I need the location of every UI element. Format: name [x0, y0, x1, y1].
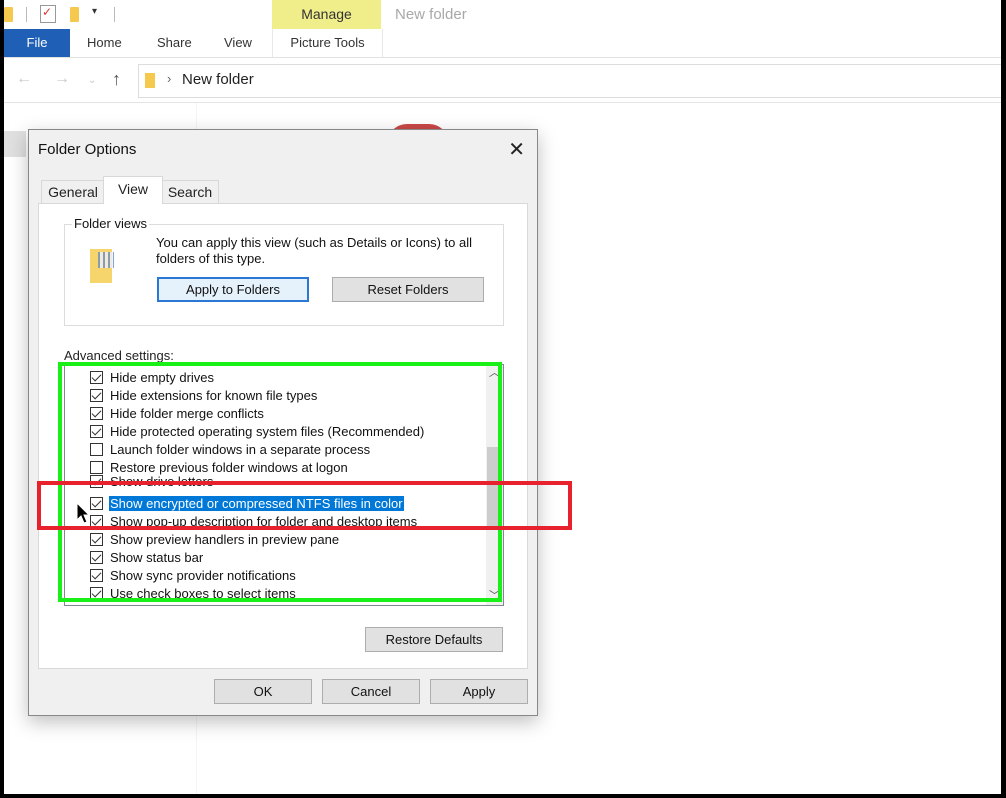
settings-list-item[interactable]: Hide empty drives — [65, 369, 483, 387]
dialog-title: Folder Options — [38, 141, 137, 158]
advanced-settings-list[interactable]: Use check boxes to select items Show sync… — [64, 364, 504, 606]
settings-list-item[interactable]: Show encrypted or compressed NTFS files … — [65, 495, 483, 513]
folder-views-label: Folder views — [72, 216, 149, 231]
properties-icon[interactable] — [40, 5, 56, 23]
checkbox[interactable] — [90, 389, 103, 402]
ribbon-tabs: File Home Share View Picture Tools — [4, 29, 1001, 58]
checkbox[interactable] — [90, 533, 103, 546]
checkbox[interactable] — [90, 443, 103, 456]
nav-pane-selected-item[interactable] — [4, 131, 26, 157]
settings-list-item[interactable]: Show status bar — [65, 549, 483, 567]
scroll-up-chevron-icon[interactable]: ︿ — [486, 365, 503, 382]
tab-file[interactable]: File — [4, 29, 70, 57]
tab-search[interactable]: Search — [161, 180, 219, 203]
separator — [26, 7, 27, 22]
close-icon[interactable]: ✕ — [508, 137, 525, 162]
forward-arrow-icon[interactable]: → — [54, 70, 70, 88]
checkbox[interactable] — [90, 551, 103, 564]
new-folder-icon[interactable] — [70, 7, 79, 22]
settings-list-item[interactable]: Hide folder merge conflicts — [65, 405, 483, 423]
tab-view[interactable]: View — [103, 176, 163, 204]
apply-button[interactable]: Apply — [430, 679, 528, 704]
folder-views-group: Folder views You can apply this view (su… — [64, 216, 504, 326]
settings-item-label[interactable]: Hide folder merge conflicts — [109, 406, 265, 421]
settings-item-label[interactable]: Hide protected operating system files (R… — [109, 424, 425, 439]
settings-list-item[interactable]: Use check boxes to select items — [65, 585, 483, 603]
advanced-settings-label: Advanced settings: — [64, 348, 174, 363]
settings-list-item[interactable]: Hide protected operating system files (R… — [65, 423, 483, 441]
restore-defaults-button[interactable]: Restore Defaults — [365, 627, 503, 652]
view-tab-panel: Folder views You can apply this view (su… — [38, 203, 528, 669]
checkbox[interactable] — [90, 587, 103, 600]
settings-item-label[interactable]: Hide empty drives — [109, 370, 215, 385]
recent-locations-chevron-icon[interactable]: ⌄ — [88, 75, 96, 86]
tab-general[interactable]: General — [41, 180, 105, 203]
apply-to-folders-button[interactable]: Apply to Folders — [157, 277, 309, 302]
settings-list-item[interactable]: Show pop-up description for folder and d… — [65, 513, 483, 531]
settings-item-label[interactable]: Show status bar — [109, 550, 204, 565]
settings-item-label[interactable]: Restore previous folder windows at logon — [109, 460, 349, 475]
cancel-button[interactable]: Cancel — [322, 679, 420, 704]
tab-view[interactable]: View — [224, 29, 252, 57]
chevron-right-icon[interactable]: › — [167, 71, 171, 86]
checkbox[interactable] — [90, 461, 103, 474]
address-bar[interactable]: › New folder — [138, 64, 1001, 98]
breadcrumb-new-folder[interactable]: New folder — [182, 71, 254, 88]
quick-access-toolbar: ▾ Manage New folder — [4, 0, 1001, 29]
settings-item-label[interactable]: Show pop-up description for folder and d… — [109, 514, 418, 529]
settings-list-item[interactable]: Restore previous folder windows at logon — [65, 459, 483, 477]
tab-picture-tools[interactable]: Picture Tools — [272, 29, 383, 57]
checkbox[interactable] — [90, 515, 103, 528]
settings-item-label[interactable]: Use check boxes to select items — [109, 586, 297, 601]
ok-button[interactable]: OK — [214, 679, 312, 704]
tab-share[interactable]: Share — [157, 29, 192, 57]
mouse-cursor-icon — [76, 502, 90, 524]
folder-icon — [4, 7, 13, 22]
checkbox[interactable] — [90, 407, 103, 420]
checkbox[interactable] — [90, 569, 103, 582]
up-arrow-icon[interactable]: ↑ — [112, 69, 121, 90]
folder-options-dialog: Folder Options ✕ General View Search Fol… — [28, 129, 538, 716]
settings-list-item[interactable]: Hide extensions for known file types — [65, 387, 483, 405]
settings-item-label[interactable]: Show sync provider notifications — [109, 568, 297, 583]
customize-dropdown-icon[interactable]: ▾ — [92, 6, 97, 17]
checkbox[interactable] — [90, 497, 103, 510]
back-arrow-icon[interactable]: ← — [16, 70, 32, 88]
settings-item-label[interactable]: Show encrypted or compressed NTFS files … — [108, 495, 405, 512]
settings-item-label[interactable]: Hide extensions for known file types — [109, 388, 318, 403]
window-title: New folder — [395, 6, 467, 23]
navigation-bar: ← → ⌄ ↑ › New folder — [4, 58, 1001, 103]
file-explorer-window: ▾ Manage New folder File Home Share View… — [4, 0, 1001, 794]
folder-views-icon — [90, 249, 114, 283]
settings-list-item[interactable]: Launch folder windows in a separate proc… — [65, 441, 483, 459]
scrollbar-thumb[interactable] — [487, 447, 502, 527]
settings-list-item[interactable]: Show preview handlers in preview pane — [65, 531, 483, 549]
manage-contextual-tab[interactable]: Manage — [272, 0, 381, 29]
folder-icon — [145, 73, 155, 88]
scrollbar[interactable]: ︿ ﹀ — [486, 365, 503, 605]
scroll-down-chevron-icon[interactable]: ﹀ — [486, 588, 503, 605]
settings-item-label[interactable]: Launch folder windows in a separate proc… — [109, 442, 371, 457]
settings-item-label[interactable]: Show preview handlers in preview pane — [109, 532, 340, 547]
reset-folders-button[interactable]: Reset Folders — [332, 277, 484, 302]
separator — [114, 7, 115, 22]
settings-list-item[interactable]: Show sync provider notifications — [65, 567, 483, 585]
checkbox[interactable] — [90, 425, 103, 438]
tab-home[interactable]: Home — [87, 29, 122, 57]
folder-views-description: You can apply this view (such as Details… — [156, 235, 473, 266]
checkbox[interactable] — [90, 371, 103, 384]
